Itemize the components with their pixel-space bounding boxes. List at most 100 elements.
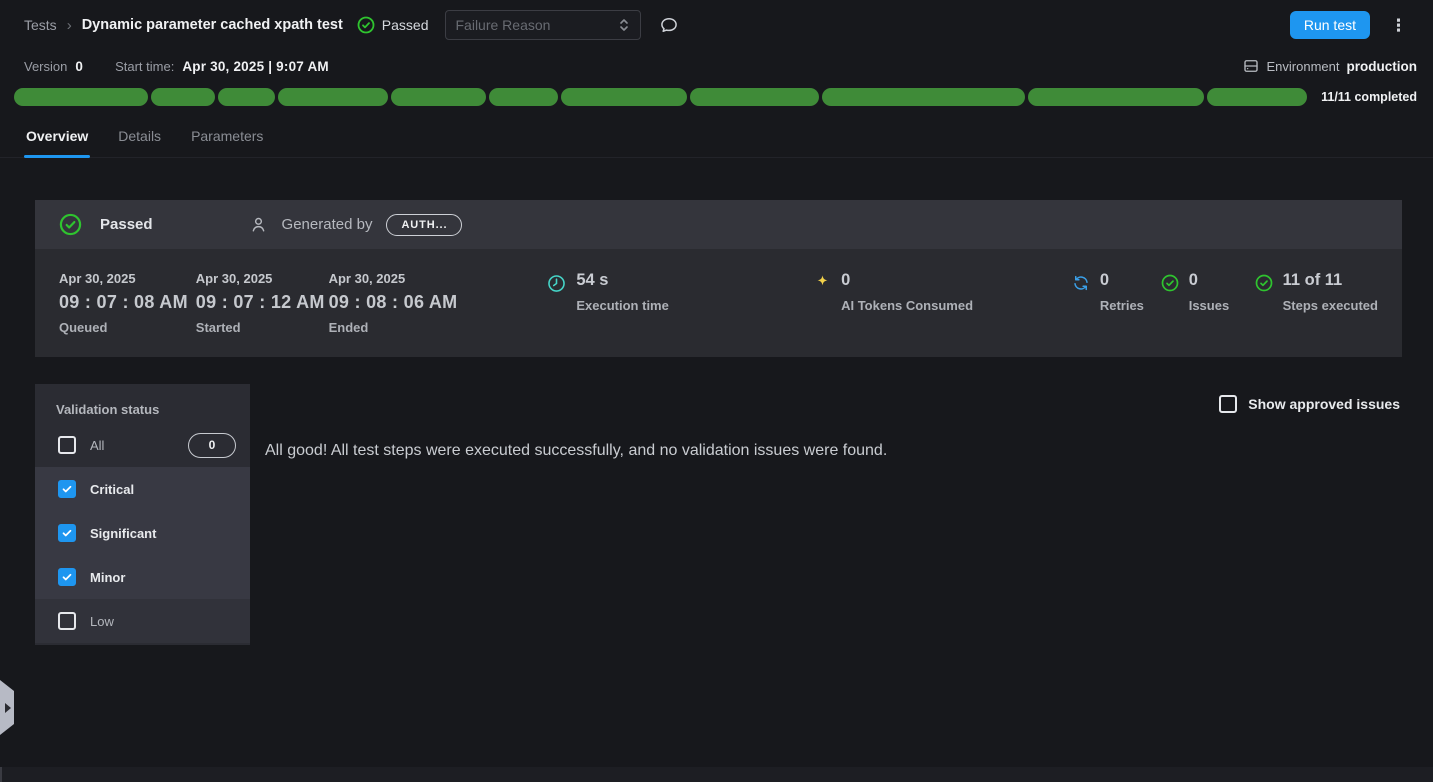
failure-reason-select[interactable]: Failure Reason <box>445 10 641 40</box>
start-time-group: Start time: Apr 30, 2025 | 9:07 AM <box>115 59 329 74</box>
progress-segment <box>218 88 276 106</box>
show-approved-issues-toggle[interactable]: Show approved issues <box>1219 395 1400 413</box>
critical-checkbox[interactable] <box>58 480 76 498</box>
steps-check-circle-icon <box>1255 274 1273 292</box>
environment-icon <box>1242 57 1260 75</box>
ai-tokens-value: 0 <box>841 271 973 290</box>
retries-stat: 0 Retries <box>1072 271 1150 313</box>
issues-stat: 0 Issues <box>1161 271 1231 313</box>
environment-value: production <box>1347 59 1418 74</box>
queued-timestamp: Apr 30, 2025 09 : 07 : 08 AM Queued <box>59 271 196 335</box>
execution-time-value: 54 s <box>576 271 668 290</box>
environment-label: Environment <box>1267 59 1340 74</box>
passed-check-circle-icon <box>59 213 82 236</box>
run-test-button[interactable]: Run test <box>1290 11 1370 39</box>
issues-value: 0 <box>1189 271 1229 290</box>
minor-label: Minor <box>90 570 125 585</box>
comment-icon[interactable] <box>659 15 679 35</box>
generated-by-group: Generated by AUTH... <box>249 214 463 236</box>
all-label: All <box>90 438 104 453</box>
tab-bar: Overview Details Parameters <box>0 110 1433 158</box>
status-badge: Passed <box>357 16 429 34</box>
issues-check-circle-icon <box>1161 274 1179 292</box>
progress-segment <box>690 88 819 106</box>
critical-label: Critical <box>90 482 134 497</box>
start-time-value: Apr 30, 2025 | 9:07 AM <box>182 59 329 74</box>
started-timestamp: Apr 30, 2025 09 : 07 : 12 AM Started <box>196 271 329 335</box>
run-status-text: Passed <box>100 216 153 233</box>
steps-executed-label: Steps executed <box>1283 298 1378 313</box>
ai-tokens-stat: 0 AI Tokens Consumed <box>814 271 984 313</box>
low-label: Low <box>90 614 114 629</box>
check-circle-icon <box>357 16 375 34</box>
progress-segment <box>1028 88 1204 106</box>
progress-segment <box>151 88 215 106</box>
bottom-scrollbar-track[interactable] <box>0 767 1433 782</box>
meta-row: Version 0 Start time: Apr 30, 2025 | 9:0… <box>0 50 1433 82</box>
steps-executed-value: 11 of 11 <box>1283 271 1378 290</box>
topbar-actions: Run test ⋮ <box>1290 11 1413 39</box>
progress-segment <box>1207 88 1307 106</box>
run-summary-stats: Apr 30, 2025 09 : 07 : 08 AM Queued Apr … <box>35 249 1402 357</box>
progress-segment <box>278 88 387 106</box>
user-icon <box>249 215 268 234</box>
queued-label: Queued <box>59 320 196 335</box>
run-summary-card: Passed Generated by AUTH... Apr 30, 2025… <box>35 200 1402 357</box>
start-time-label: Start time: <box>115 59 174 74</box>
sparkle-icon <box>814 274 831 291</box>
tab-overview[interactable]: Overview <box>26 128 88 157</box>
page-title: Dynamic parameter cached xpath test <box>82 17 343 33</box>
show-approved-checkbox[interactable] <box>1219 395 1237 413</box>
started-date: Apr 30, 2025 <box>196 271 329 286</box>
significant-checkbox[interactable] <box>58 524 76 542</box>
low-checkbox[interactable] <box>58 612 76 630</box>
progress-completed-label: 11/11 completed <box>1321 90 1417 104</box>
status-label: Passed <box>382 17 429 33</box>
ended-label: Ended <box>329 320 479 335</box>
step-progress-bar <box>14 88 1307 106</box>
filter-row-significant[interactable]: Significant <box>35 511 250 555</box>
progress-row: 11/11 completed <box>0 82 1433 110</box>
filter-row-critical[interactable]: Critical <box>35 467 250 511</box>
filter-row-minor[interactable]: Minor <box>35 555 250 599</box>
tab-details[interactable]: Details <box>118 128 161 157</box>
significant-label: Significant <box>90 526 156 541</box>
retries-label: Retries <box>1100 298 1144 313</box>
all-count-badge: 0 <box>188 433 236 458</box>
progress-segment <box>561 88 687 106</box>
ended-timestamp: Apr 30, 2025 09 : 08 : 06 AM Ended <box>329 271 479 335</box>
queued-date: Apr 30, 2025 <box>59 271 196 286</box>
more-options-icon[interactable]: ⋮ <box>1384 13 1413 38</box>
tab-parameters[interactable]: Parameters <box>191 128 263 157</box>
show-approved-label: Show approved issues <box>1248 396 1400 412</box>
progress-segment <box>822 88 1025 106</box>
select-updown-icon <box>618 18 630 32</box>
filter-row-low[interactable]: Low <box>35 599 250 643</box>
issues-label: Issues <box>1189 298 1229 313</box>
progress-segment <box>14 88 148 106</box>
validation-status-title: Validation status <box>35 384 250 423</box>
filter-row-all[interactable]: All 0 <box>35 423 250 467</box>
validation-status-panel: Validation status All 0 Critical Signifi… <box>35 384 250 645</box>
issues-section: Validation status All 0 Critical Signifi… <box>35 384 1433 645</box>
steps-executed-stat: 11 of 11 Steps executed <box>1255 271 1378 313</box>
minor-checkbox[interactable] <box>58 568 76 586</box>
breadcrumb-tests-link[interactable]: Tests <box>24 17 57 33</box>
clock-icon <box>547 274 566 293</box>
issues-content: Show approved issues All good! All test … <box>250 384 1433 645</box>
all-checkbox[interactable] <box>58 436 76 454</box>
sidebar-expand-handle[interactable] <box>0 680 14 735</box>
ai-tokens-label: AI Tokens Consumed <box>841 298 973 313</box>
ended-time: 09 : 08 : 06 AM <box>329 292 479 313</box>
chevron-right-icon <box>5 703 11 713</box>
top-bar: Tests › Dynamic parameter cached xpath t… <box>0 0 1433 50</box>
progress-segment <box>391 88 486 106</box>
version-label: Version <box>24 59 67 74</box>
retries-value: 0 <box>1100 271 1144 290</box>
progress-segment <box>489 88 558 106</box>
run-summary-header: Passed Generated by AUTH... <box>35 200 1402 249</box>
all-good-message: All good! All test steps were executed s… <box>265 442 1433 460</box>
generated-by-badge[interactable]: AUTH... <box>386 214 462 236</box>
environment-group: Environment production <box>1242 57 1417 75</box>
execution-time-label: Execution time <box>576 298 668 313</box>
